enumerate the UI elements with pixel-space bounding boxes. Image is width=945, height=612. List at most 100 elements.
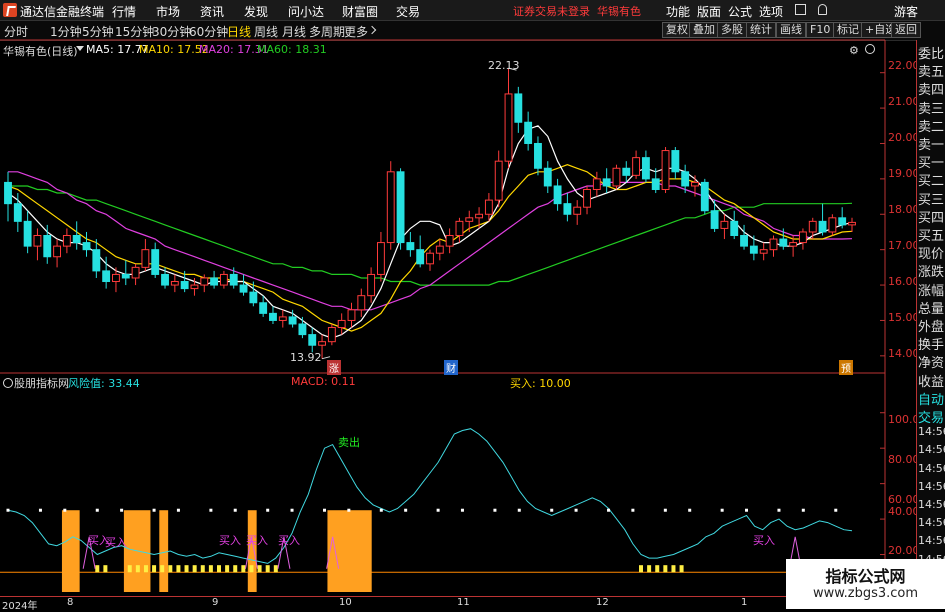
level-dot (95, 508, 99, 512)
candle-up (219, 273, 228, 286)
level-dot (152, 508, 156, 512)
indicator-name[interactable]: 股朋指标网 (14, 375, 69, 391)
candle-down (730, 220, 739, 237)
candle-down (308, 334, 317, 346)
candle-down (534, 142, 542, 169)
level-dot (663, 508, 667, 512)
candle-up (327, 327, 336, 343)
y-label: 20.00 (888, 131, 920, 144)
side-item: 买一 (918, 156, 945, 172)
side-item: 现价 (918, 247, 945, 263)
candle-up (53, 245, 62, 258)
level-dot (493, 508, 497, 512)
level-dot (63, 508, 67, 512)
side-item: 买二 (918, 174, 945, 190)
low-zone-bar (233, 565, 238, 573)
low-zone-bar (152, 565, 157, 573)
candle-up (141, 249, 150, 268)
y-label: 17.00 (888, 239, 920, 252)
candle-down (514, 93, 523, 123)
candle-down (416, 249, 425, 265)
side-time: 14:56 (918, 443, 945, 457)
level-dot (517, 508, 521, 512)
low-zone-bar (143, 565, 148, 573)
kline-chart[interactable] (0, 0, 945, 609)
ind-y-label: 80.00 (888, 453, 920, 466)
low-price-label: 13.92 (290, 351, 322, 364)
level-dot (6, 508, 10, 512)
risk-bar (61, 510, 80, 592)
risk-bar (159, 510, 169, 592)
candle-down (671, 150, 680, 173)
candle-up (504, 93, 513, 162)
marker-yu[interactable]: 预 (839, 360, 853, 375)
date-month: 10 (339, 597, 352, 608)
low-zone-bar (95, 565, 100, 573)
level-dot (720, 508, 724, 512)
side-item: 卖四 (918, 83, 945, 99)
candle-up (445, 235, 454, 247)
level-dot (688, 508, 692, 512)
low-zone-bar (217, 565, 221, 573)
candle-up (435, 245, 444, 254)
low-zone-bar (265, 565, 270, 573)
candle-down (641, 157, 650, 180)
candle-up (720, 220, 729, 229)
candle-up (376, 242, 385, 275)
marker-zhang[interactable]: 涨 (327, 360, 341, 375)
low-zone-bar (103, 565, 108, 573)
level-dot (379, 508, 383, 512)
level-dot (404, 508, 408, 512)
candle-down (23, 220, 32, 247)
level-dot (745, 508, 748, 512)
date-month: 1 (741, 597, 748, 608)
candle-down (180, 281, 189, 290)
side-item: 买五 (918, 229, 945, 244)
side-item: 买四 (918, 210, 945, 226)
low-zone-bar (127, 565, 132, 573)
buy-signal: 买入 (246, 534, 268, 547)
candle-up (848, 221, 856, 226)
side-item: 涨跌 (918, 265, 945, 281)
candle-up (367, 273, 376, 297)
date-month: 11 (457, 597, 470, 608)
level-dot (120, 508, 124, 512)
side-item: 换手 (918, 338, 945, 354)
candle-down (700, 181, 709, 212)
level-dot (574, 508, 578, 512)
date-month: 9 (212, 597, 219, 608)
candle-down (92, 249, 101, 272)
candle-down (161, 273, 169, 286)
marker-cai[interactable]: 财 (444, 360, 458, 375)
indicator-toggle-icon[interactable] (3, 378, 13, 388)
candle-up (573, 206, 582, 215)
side-item: 交易 (918, 411, 945, 426)
candle-down (82, 242, 91, 251)
ind-y-label: 40.00 (888, 505, 920, 518)
level-dot (801, 508, 805, 512)
candle-up (386, 171, 395, 244)
level-dot (323, 508, 326, 512)
low-zone-bar (655, 565, 660, 573)
high-price-label: 22.13 (488, 59, 520, 72)
low-zone-bar (192, 565, 197, 573)
candle-up (357, 295, 366, 311)
date-month: 8 (67, 597, 74, 608)
candle-up (808, 220, 817, 233)
side-item: 外盘 (918, 320, 945, 335)
level-dot (176, 508, 180, 512)
side-time: 14:56 (918, 534, 945, 548)
candle-up (592, 178, 601, 190)
candle-up (661, 150, 670, 190)
level-dot (436, 508, 440, 512)
level-dot (290, 508, 294, 512)
candle-down (151, 249, 160, 275)
candle-down (249, 291, 258, 304)
candle-up (200, 277, 209, 286)
level-dot (266, 508, 270, 512)
candle-up (798, 231, 807, 244)
candle-down (563, 203, 572, 215)
candle-down (602, 178, 611, 187)
ma10-line (7, 164, 853, 332)
watermark-url: www.zbgs3.com (812, 586, 919, 601)
